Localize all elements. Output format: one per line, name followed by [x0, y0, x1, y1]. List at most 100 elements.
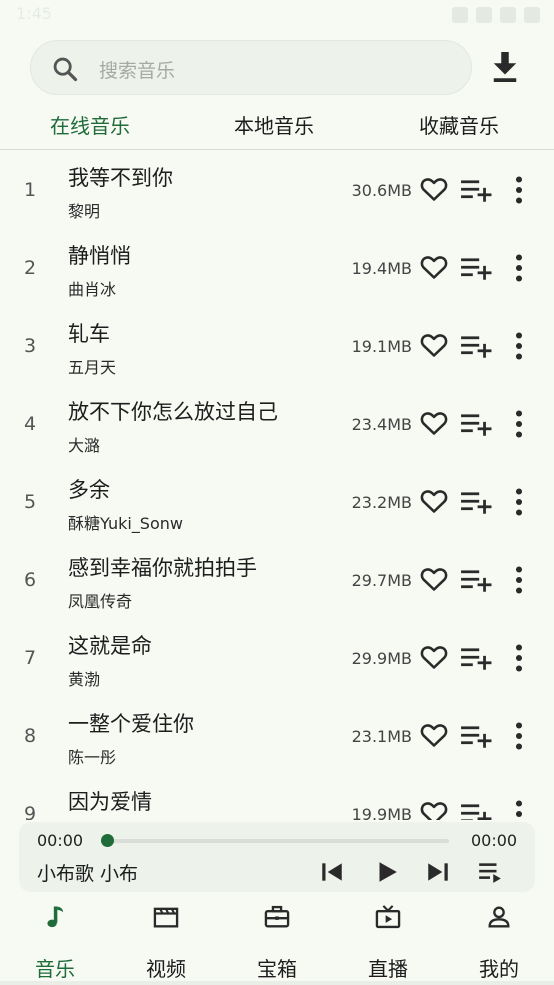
more-vertical-icon[interactable] [512, 176, 526, 204]
queue-icon[interactable] [477, 859, 503, 885]
playlist-add-icon[interactable] [460, 256, 492, 280]
song-artist: 五月天 [68, 358, 117, 377]
song-artist: 大潞 [68, 436, 101, 455]
more-vertical-icon[interactable] [512, 722, 526, 750]
music-note-icon [47, 906, 64, 928]
song-index: 3 [24, 335, 37, 357]
heart-icon[interactable] [420, 488, 448, 514]
playlist-add-icon[interactable] [460, 646, 492, 670]
download-icon[interactable] [490, 50, 520, 84]
playlist-add-icon[interactable] [460, 802, 492, 820]
playlist-add-icon[interactable] [460, 568, 492, 592]
song-artist: 酥糖Yuki_Sonw [68, 514, 183, 533]
heart-icon[interactable] [420, 254, 448, 280]
more-vertical-icon[interactable] [512, 488, 526, 516]
nav-music-label: 音乐 [35, 957, 75, 981]
playlist-add-icon[interactable] [460, 178, 492, 202]
song-row[interactable]: 7 这就是命 黄渤 29.9MB [0, 619, 554, 697]
song-title: 这就是命 [68, 634, 152, 658]
current-time: 00:00 [37, 831, 84, 850]
battery-icon [524, 7, 540, 23]
song-size: 19.1MB [351, 337, 412, 356]
song-title: 放不下你怎么放过自己 [68, 400, 278, 424]
song-size: 23.4MB [351, 415, 412, 434]
bottom-nav: 音乐 视频 宝箱 直播 我的 [0, 895, 554, 985]
home-indicator [0, 981, 554, 985]
total-time: 00:00 [471, 831, 518, 850]
song-list[interactable]: 1 我等不到你 黎明 30.6MB 2 静悄悄 曲肖冰 19.4MB 3 轧车 五月天 19.1MB 4… [0, 151, 554, 820]
tab-online-music[interactable]: 在线音乐 [50, 110, 130, 139]
heart-icon[interactable] [420, 644, 448, 670]
progress-thumb[interactable] [101, 834, 114, 847]
heart-icon[interactable] [420, 722, 448, 748]
song-row[interactable]: 5 多余酥糖Yuki_Sonw 23.2MB [0, 463, 554, 541]
song-title: 多余 [68, 478, 110, 502]
song-size: 23.2MB [351, 493, 412, 512]
heart-icon[interactable] [420, 332, 448, 358]
heart-icon[interactable] [420, 410, 448, 436]
nav-video[interactable]: 视频 [121, 895, 211, 985]
search-icon [53, 57, 78, 82]
progress-track[interactable] [107, 839, 449, 843]
nav-me[interactable]: 我的 [454, 895, 544, 985]
play-icon[interactable] [373, 859, 399, 885]
song-index: 2 [24, 257, 37, 279]
more-vertical-icon[interactable] [512, 332, 526, 360]
playlist-add-icon[interactable] [460, 490, 492, 514]
person-icon [488, 906, 510, 928]
tab-favorite-music[interactable]: 收藏音乐 [419, 110, 499, 139]
more-vertical-icon[interactable] [512, 800, 526, 820]
song-title: 静悄悄 [68, 244, 131, 268]
song-row[interactable]: 8 一整个爱住你 陈一彤 23.1MB [0, 697, 554, 775]
treasure-box-icon [264, 905, 290, 928]
tabs-divider [0, 149, 554, 150]
video-icon [153, 907, 179, 928]
tab-local-music[interactable]: 本地音乐 [234, 110, 314, 139]
song-row[interactable]: 2 静悄悄曲肖冰 19.4MB [0, 229, 554, 307]
nav-treasure-box-label: 宝箱 [257, 957, 297, 981]
now-playing-title: 小布歌 小布 [37, 863, 139, 885]
song-row[interactable]: 9 因为爱情 19.9MB [0, 775, 554, 820]
nav-video-label: 视频 [146, 957, 186, 981]
wifi-icon [476, 7, 492, 23]
heart-icon[interactable] [420, 800, 448, 820]
song-artist: 凤凰传奇 [68, 592, 133, 611]
playlist-add-icon[interactable] [460, 334, 492, 358]
more-vertical-icon[interactable] [512, 410, 526, 438]
heart-icon[interactable] [420, 566, 448, 592]
nav-treasure-box[interactable]: 宝箱 [232, 895, 322, 985]
next-icon[interactable] [425, 859, 451, 885]
song-artist: 黎明 [68, 202, 101, 221]
song-index: 8 [24, 725, 37, 747]
song-title: 感到幸福你就拍拍手 [68, 556, 257, 580]
song-row[interactable]: 3 轧车五月天 19.1MB [0, 307, 554, 385]
music-tabs: 在线音乐 本地音乐 收藏音乐 [0, 106, 554, 150]
previous-icon[interactable] [319, 859, 345, 885]
signal-icon [500, 7, 516, 23]
song-row[interactable]: 1 我等不到你 黎明 30.6MB [0, 151, 554, 229]
song-size: 29.9MB [351, 649, 412, 668]
search-input[interactable]: 搜索音乐 [99, 56, 175, 83]
playlist-add-icon[interactable] [460, 412, 492, 436]
mini-player: 00:00 00:00 小布歌 小布 [19, 822, 535, 892]
more-vertical-icon[interactable] [512, 254, 526, 282]
playlist-add-icon[interactable] [460, 724, 492, 748]
song-row[interactable]: 4 放不下你怎么放过自己 大潞 23.4MB [0, 385, 554, 463]
song-index: 1 [24, 179, 37, 201]
song-artist: 曲肖冰 [68, 280, 117, 299]
status-bar: 1:45 [0, 0, 554, 30]
live-tv-icon [375, 905, 401, 929]
song-title: 我等不到你 [68, 166, 173, 190]
more-vertical-icon[interactable] [512, 644, 526, 672]
nav-live[interactable]: 直播 [343, 895, 433, 985]
more-vertical-icon[interactable] [512, 566, 526, 594]
search-bar[interactable]: 搜索音乐 [30, 40, 472, 95]
status-icons [452, 7, 540, 23]
nav-music[interactable]: 音乐 [10, 895, 100, 985]
song-index: 5 [24, 491, 37, 513]
heart-icon[interactable] [420, 176, 448, 202]
song-row[interactable]: 6 感到幸福你就拍拍手 凤凰传奇 29.7MB [0, 541, 554, 619]
song-size: 19.4MB [351, 259, 412, 278]
song-title: 轧车 [68, 322, 110, 346]
song-size: 23.1MB [351, 727, 412, 746]
